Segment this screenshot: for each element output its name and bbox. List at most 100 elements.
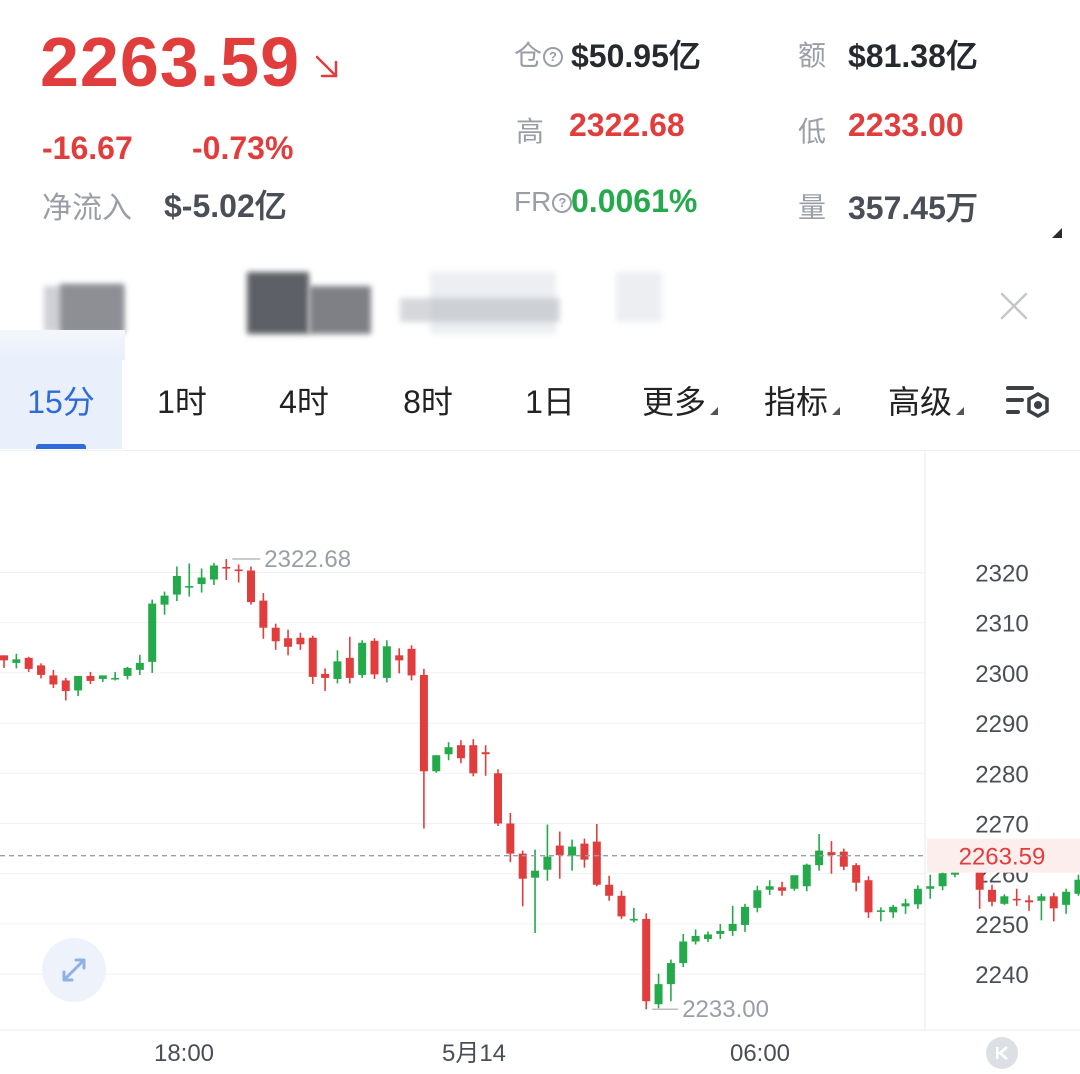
candlestick-chart[interactable]: 2320 2310 2300 2290 2280 2270 2260 2250 2240 18:0…: [0, 450, 1080, 1074]
candle: [1012, 898, 1021, 901]
candle: [333, 661, 342, 679]
funding-rate-value: 0.0061%: [571, 183, 698, 219]
candle: [135, 662, 144, 670]
candle: [901, 903, 910, 907]
candle: [580, 843, 589, 860]
candle: [247, 570, 255, 603]
tab-1d[interactable]: 1日: [510, 355, 590, 449]
candle: [197, 577, 206, 585]
candle: [864, 880, 873, 913]
candle: [938, 873, 947, 887]
candle: [802, 864, 811, 887]
amount-value: $81.38亿: [848, 38, 978, 74]
candle: [444, 747, 453, 755]
candle: [753, 890, 762, 908]
candle: [741, 906, 749, 925]
net-inflow-value: $-5.02亿: [164, 188, 287, 224]
candle: [666, 963, 675, 985]
y-tick-label: 2300: [975, 661, 1028, 688]
candle: [913, 888, 922, 905]
fullscreen-button[interactable]: [42, 938, 106, 1002]
candle: [12, 659, 21, 663]
candle: [61, 680, 70, 691]
volume-value: 357.45万: [848, 190, 978, 226]
y-tick-label: 2240: [975, 962, 1028, 989]
candle: [926, 886, 935, 889]
low-value: 2233.00: [848, 107, 964, 143]
y-tick-label: 2270: [975, 812, 1028, 839]
candle: [209, 565, 218, 580]
candle: [296, 637, 305, 645]
candle: [815, 850, 824, 866]
chart-settings-icon[interactable]: [1002, 380, 1054, 424]
x-tick-label: 18:00: [154, 1040, 214, 1067]
candle: [827, 852, 836, 856]
candle: [259, 600, 268, 628]
candle: [839, 851, 848, 867]
candle: [617, 895, 626, 917]
candle: [1074, 879, 1080, 894]
candle: [988, 889, 996, 902]
high-value: 2322.68: [569, 107, 685, 143]
active-tab-indicator: [36, 444, 86, 449]
chart-canvas[interactable]: 23202310230022902280227022602250224018:0…: [0, 450, 1080, 1074]
y-tick-label: 2310: [975, 611, 1028, 638]
candle: [172, 576, 181, 595]
candle: [691, 935, 700, 942]
candle: [555, 845, 564, 856]
tab-indicators[interactable]: 指标: [752, 355, 852, 449]
candle: [321, 673, 330, 678]
candle: [629, 918, 638, 921]
tab-8h[interactable]: 8时: [386, 355, 470, 449]
candle: [716, 930, 725, 934]
candle: [148, 603, 157, 662]
candle: [345, 657, 354, 678]
dropdown-triangle-icon: [710, 407, 718, 415]
candle: [703, 934, 712, 939]
candle: [308, 637, 317, 677]
dropdown-triangle-icon: [956, 407, 964, 415]
candle: [531, 870, 540, 878]
low-marker-label: 2233.00: [682, 996, 769, 1023]
candle: [1037, 896, 1046, 901]
candle: [395, 655, 404, 661]
scroll-to-latest-button[interactable]: [986, 1037, 1018, 1069]
candle: [234, 569, 243, 572]
expand-stats-triangle-icon[interactable]: [1052, 228, 1062, 238]
close-icon[interactable]: [996, 288, 1032, 324]
candle: [876, 910, 885, 912]
amount-label: 额: [798, 40, 827, 71]
tab-15m[interactable]: 15分: [0, 355, 122, 449]
tab-more[interactable]: 更多: [630, 355, 730, 449]
candle: [98, 675, 107, 679]
y-tick-label: 2320: [975, 561, 1028, 588]
funding-rate-label: FR?: [514, 186, 573, 218]
candle: [382, 646, 391, 678]
tab-1h[interactable]: 1时: [142, 355, 222, 449]
candle: [1000, 896, 1009, 904]
candle: [37, 665, 46, 675]
candle: [642, 918, 651, 1002]
tab-advanced[interactable]: 高级: [876, 355, 976, 449]
candle: [111, 677, 120, 680]
candle: [679, 941, 688, 964]
candle: [49, 675, 58, 685]
candle: [506, 823, 515, 854]
x-tick-label: 06:00: [730, 1040, 790, 1067]
candle: [1025, 900, 1034, 903]
price-change: -16.67: [42, 130, 133, 166]
candle: [605, 884, 614, 896]
help-icon[interactable]: ?: [543, 47, 564, 67]
candle: [543, 856, 552, 870]
y-tick-label: 2280: [975, 761, 1028, 788]
help-icon[interactable]: ?: [552, 193, 573, 213]
net-inflow-label: 净流入: [42, 192, 132, 225]
dropdown-triangle-icon: [832, 407, 840, 415]
candle: [790, 875, 799, 889]
candle: [24, 657, 33, 669]
high-label: 高: [516, 116, 545, 147]
tab-4h[interactable]: 4时: [262, 355, 346, 449]
volume-label: 量: [798, 192, 827, 223]
candle: [222, 566, 231, 569]
candle: [494, 773, 502, 824]
